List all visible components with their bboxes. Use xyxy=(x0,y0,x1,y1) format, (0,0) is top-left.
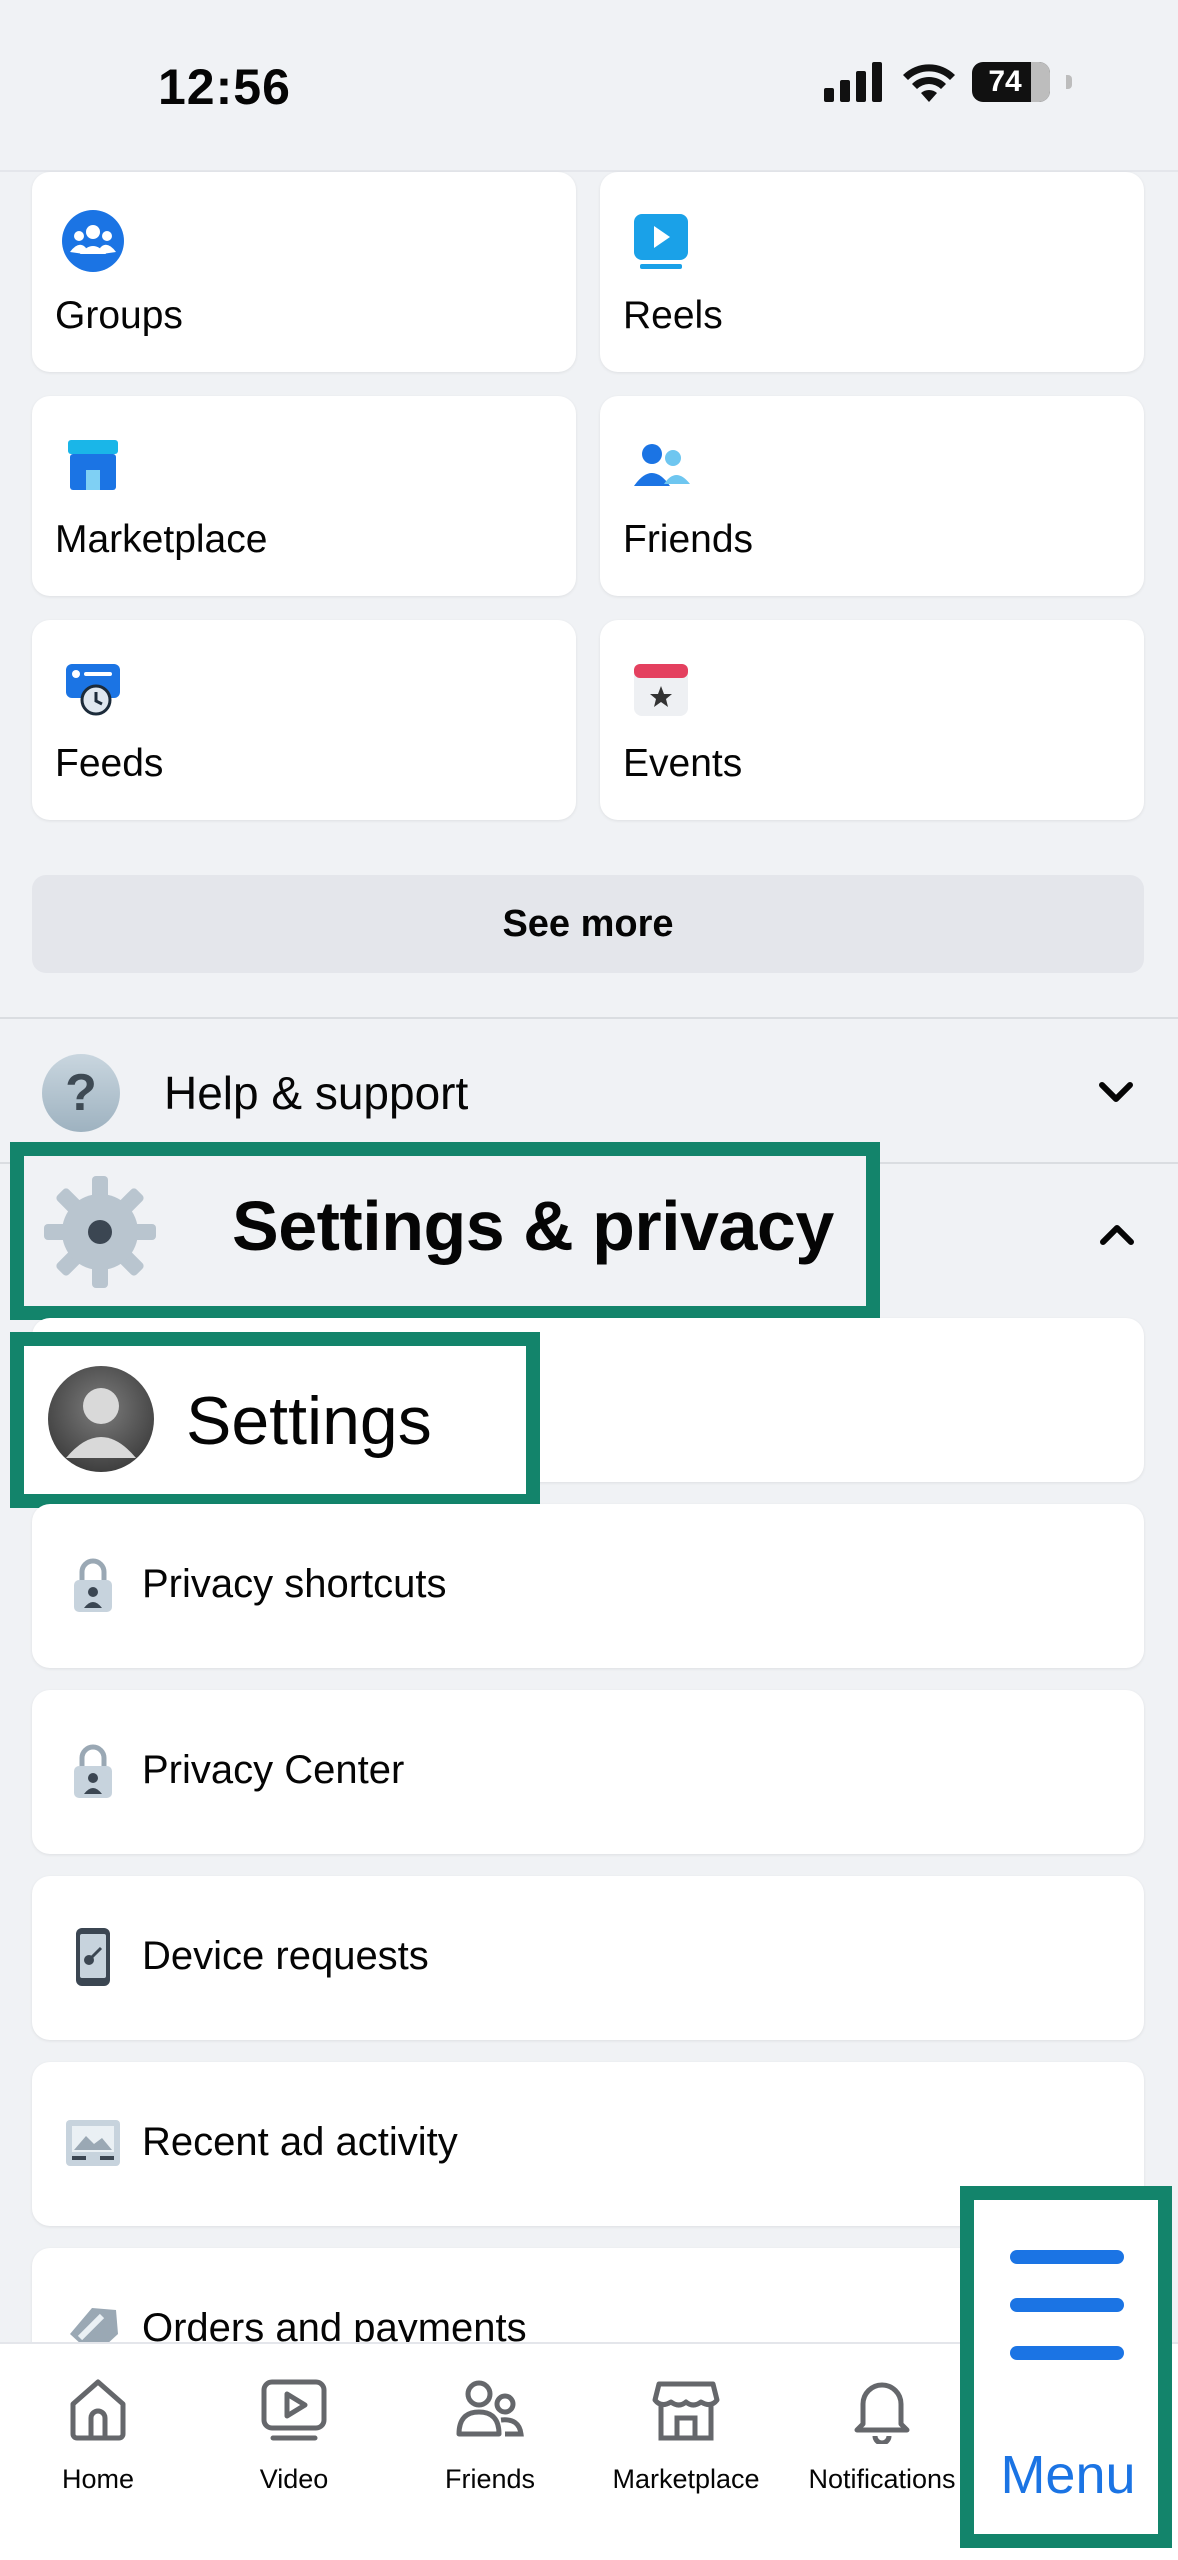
home-icon xyxy=(70,2379,126,2441)
groups-icon xyxy=(62,210,124,272)
nav-label: Notifications xyxy=(808,2464,956,2494)
gear-icon xyxy=(44,1176,156,1288)
battery-icon: 74 xyxy=(972,62,1050,102)
shortcut-feeds[interactable]: Feeds xyxy=(32,620,576,820)
marketplace-outline-icon xyxy=(652,2381,720,2441)
bell-icon xyxy=(854,2382,910,2444)
nav-label: Marketplace xyxy=(612,2464,760,2494)
privacy-shortcuts-item[interactable]: Privacy shortcuts xyxy=(32,1504,1144,1668)
shortcut-friends[interactable]: Friends xyxy=(600,396,1144,596)
settings-privacy-label: Settings & privacy xyxy=(232,1187,834,1265)
nav-video[interactable]: Video xyxy=(196,2374,392,2524)
help-support-label: Help & support xyxy=(164,1067,469,1119)
video-icon xyxy=(261,2379,327,2441)
chevron-up-icon[interactable] xyxy=(1096,1214,1138,1256)
friends-icon xyxy=(634,444,690,486)
privacy-center-label: Privacy Center xyxy=(142,1748,405,1792)
recent-ad-activity-label: Recent ad activity xyxy=(142,2120,458,2164)
nav-label: Friends xyxy=(444,2464,536,2494)
divider xyxy=(0,1017,1178,1019)
shortcut-reels[interactable]: Reels xyxy=(600,172,1144,372)
menu-label: Menu xyxy=(1000,2445,1136,2505)
nav-label: Video xyxy=(259,2464,329,2494)
reels-icon xyxy=(634,214,688,269)
signal-icon xyxy=(824,62,882,102)
marketplace-icon xyxy=(68,440,118,490)
shortcut-label: Events xyxy=(623,742,743,785)
chevron-down-icon xyxy=(1099,1082,1133,1102)
battery-nub xyxy=(1066,75,1072,89)
settings-item[interactable]: Settings xyxy=(10,1332,540,1508)
avatar xyxy=(48,1366,154,1472)
nav-home[interactable]: Home xyxy=(0,2374,196,2524)
shortcut-label: Friends xyxy=(623,518,754,561)
device-requests-item[interactable]: Device requests xyxy=(32,1876,1144,2040)
status-time: 12:56 xyxy=(158,59,291,115)
settings-label: Settings xyxy=(186,1383,432,1459)
privacy-center-item[interactable]: Privacy Center xyxy=(32,1690,1144,1854)
privacy-shortcuts-label: Privacy shortcuts xyxy=(142,1562,447,1606)
help-support-row[interactable]: ? Help & support xyxy=(0,1022,1178,1162)
help-icon: ? xyxy=(42,1054,120,1132)
hamburger-icon xyxy=(1010,2250,1124,2394)
shortcut-label: Groups xyxy=(55,294,183,337)
status-bar: 12:56 74 xyxy=(0,0,1178,170)
nav-friends[interactable]: Friends xyxy=(392,2374,588,2524)
events-icon xyxy=(634,664,688,716)
wifi-icon xyxy=(903,64,955,102)
status-icons: 74 xyxy=(824,62,1072,102)
phone-key-icon xyxy=(76,1928,110,1986)
shortcut-groups[interactable]: Groups xyxy=(32,172,576,372)
nav-label: Home xyxy=(61,2464,135,2494)
friends-outline-icon xyxy=(456,2380,524,2437)
shortcut-label: Feeds xyxy=(55,742,164,785)
shortcut-events[interactable]: Events xyxy=(600,620,1144,820)
shortcut-label: Reels xyxy=(623,294,723,337)
battery-level: 74 xyxy=(988,65,1022,98)
ad-activity-icon xyxy=(66,2120,120,2166)
device-requests-label: Device requests xyxy=(142,1934,429,1978)
lock-icon xyxy=(74,1558,112,1612)
see-more-button[interactable]: See more xyxy=(32,875,1144,973)
lock-icon xyxy=(74,1744,112,1798)
feeds-icon xyxy=(66,664,120,716)
shortcut-label: Marketplace xyxy=(55,518,268,561)
nav-notifications[interactable]: Notifications xyxy=(784,2374,980,2524)
nav-marketplace[interactable]: Marketplace xyxy=(588,2374,784,2524)
settings-privacy-row[interactable]: Settings & privacy xyxy=(10,1142,880,1320)
shortcut-marketplace[interactable]: Marketplace xyxy=(32,396,576,596)
nav-menu[interactable]: Menu xyxy=(960,2186,1172,2548)
